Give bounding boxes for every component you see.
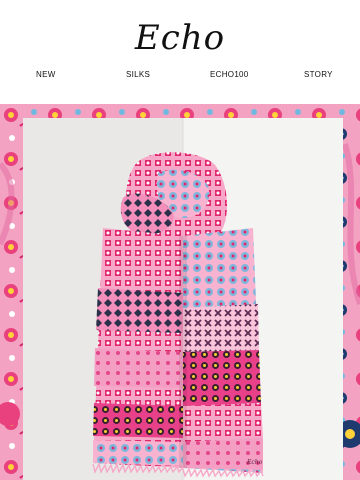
hero-banner[interactable]: Echo: [0, 104, 360, 480]
nav-link-story[interactable]: STORY: [304, 70, 333, 79]
nav-link-echo100[interactable]: ECHO100: [210, 70, 249, 79]
nav-link-silks[interactable]: SILKS: [126, 70, 150, 79]
nav-link-new[interactable]: NEW: [36, 70, 56, 79]
brand-logo[interactable]: Echo: [0, 16, 360, 60]
logo-text: Echo: [134, 18, 226, 58]
scarf-photo: Echo: [23, 118, 343, 480]
scarf-signature: Echo: [246, 459, 263, 466]
main-nav: NEW SILKS ECHO100 STORY: [0, 70, 360, 88]
header: Echo NEW SILKS ECHO100 STORY: [0, 0, 360, 104]
email-page: Echo NEW SILKS ECHO100 STORY Echo: [0, 0, 360, 480]
